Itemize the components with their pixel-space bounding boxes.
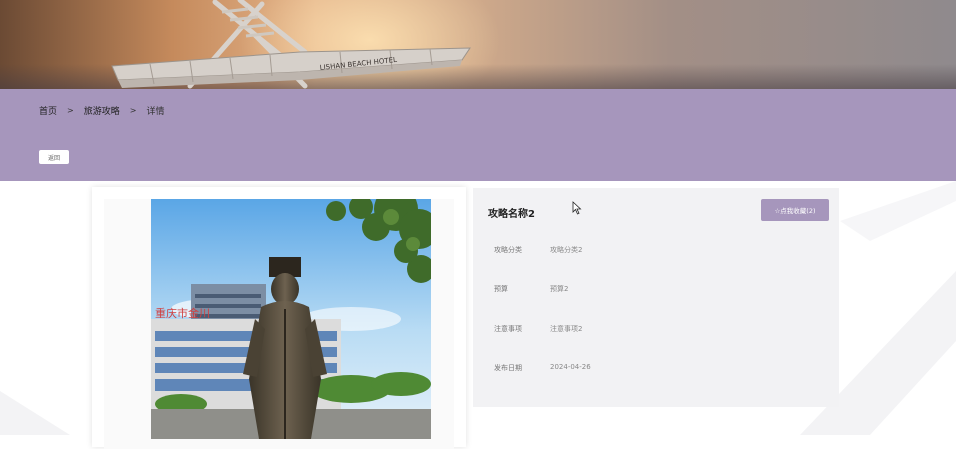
field-value: 注意事项2 — [550, 325, 583, 333]
detail-row-notes: 注意事项 注意事项2 — [494, 324, 582, 334]
photo-building-sign: 重庆市金川 — [155, 306, 210, 320]
guide-title: 攻略名称2 — [488, 209, 535, 220]
field-label: 预算 — [494, 285, 508, 293]
favorite-button[interactable]: ☆点我收藏(2) — [761, 199, 829, 221]
detail-row-category: 攻略分类 攻略分类2 — [494, 245, 582, 255]
guide-image-card: 重庆市金川 — [92, 187, 466, 449]
guide-image-frame: 重庆市金川 — [104, 199, 454, 449]
breadcrumb-separator: > — [129, 106, 137, 115]
guide-detail-panel: 攻略名称2 ☆点我收藏(2) 攻略分类 攻略分类2 预算 预算2 注意事项 注意… — [473, 188, 839, 407]
mouse-cursor-icon — [572, 201, 582, 215]
field-label: 攻略分类 — [494, 246, 522, 254]
field-value: 预算2 — [550, 285, 569, 293]
breadcrumb-travel-guides[interactable]: 旅游攻略 — [84, 104, 120, 117]
breadcrumb: 首页 > 旅游攻略 > 详情 — [39, 104, 164, 117]
detail-row-budget: 预算 预算2 — [494, 284, 568, 294]
detail-row-publish-date: 发布日期 2024-04-26 — [494, 363, 591, 373]
breadcrumb-separator: > — [67, 106, 74, 115]
breadcrumb-home[interactable]: 首页 — [39, 104, 57, 117]
breadcrumb-bar — [0, 89, 956, 181]
guide-photo[interactable]: 重庆市金川 — [151, 199, 431, 439]
header-banner: LISHAN BEACH HOTEL — [0, 0, 956, 89]
banner-deckchair-illustration: LISHAN BEACH HOTEL — [111, 0, 471, 89]
field-label: 注意事项 — [494, 325, 522, 333]
field-value: 2024-04-26 — [550, 363, 591, 371]
field-label: 发布日期 — [494, 364, 522, 372]
field-value: 攻略分类2 — [550, 246, 583, 254]
back-button[interactable]: 返回 — [39, 150, 69, 164]
breadcrumb-current: 详情 — [146, 107, 165, 117]
